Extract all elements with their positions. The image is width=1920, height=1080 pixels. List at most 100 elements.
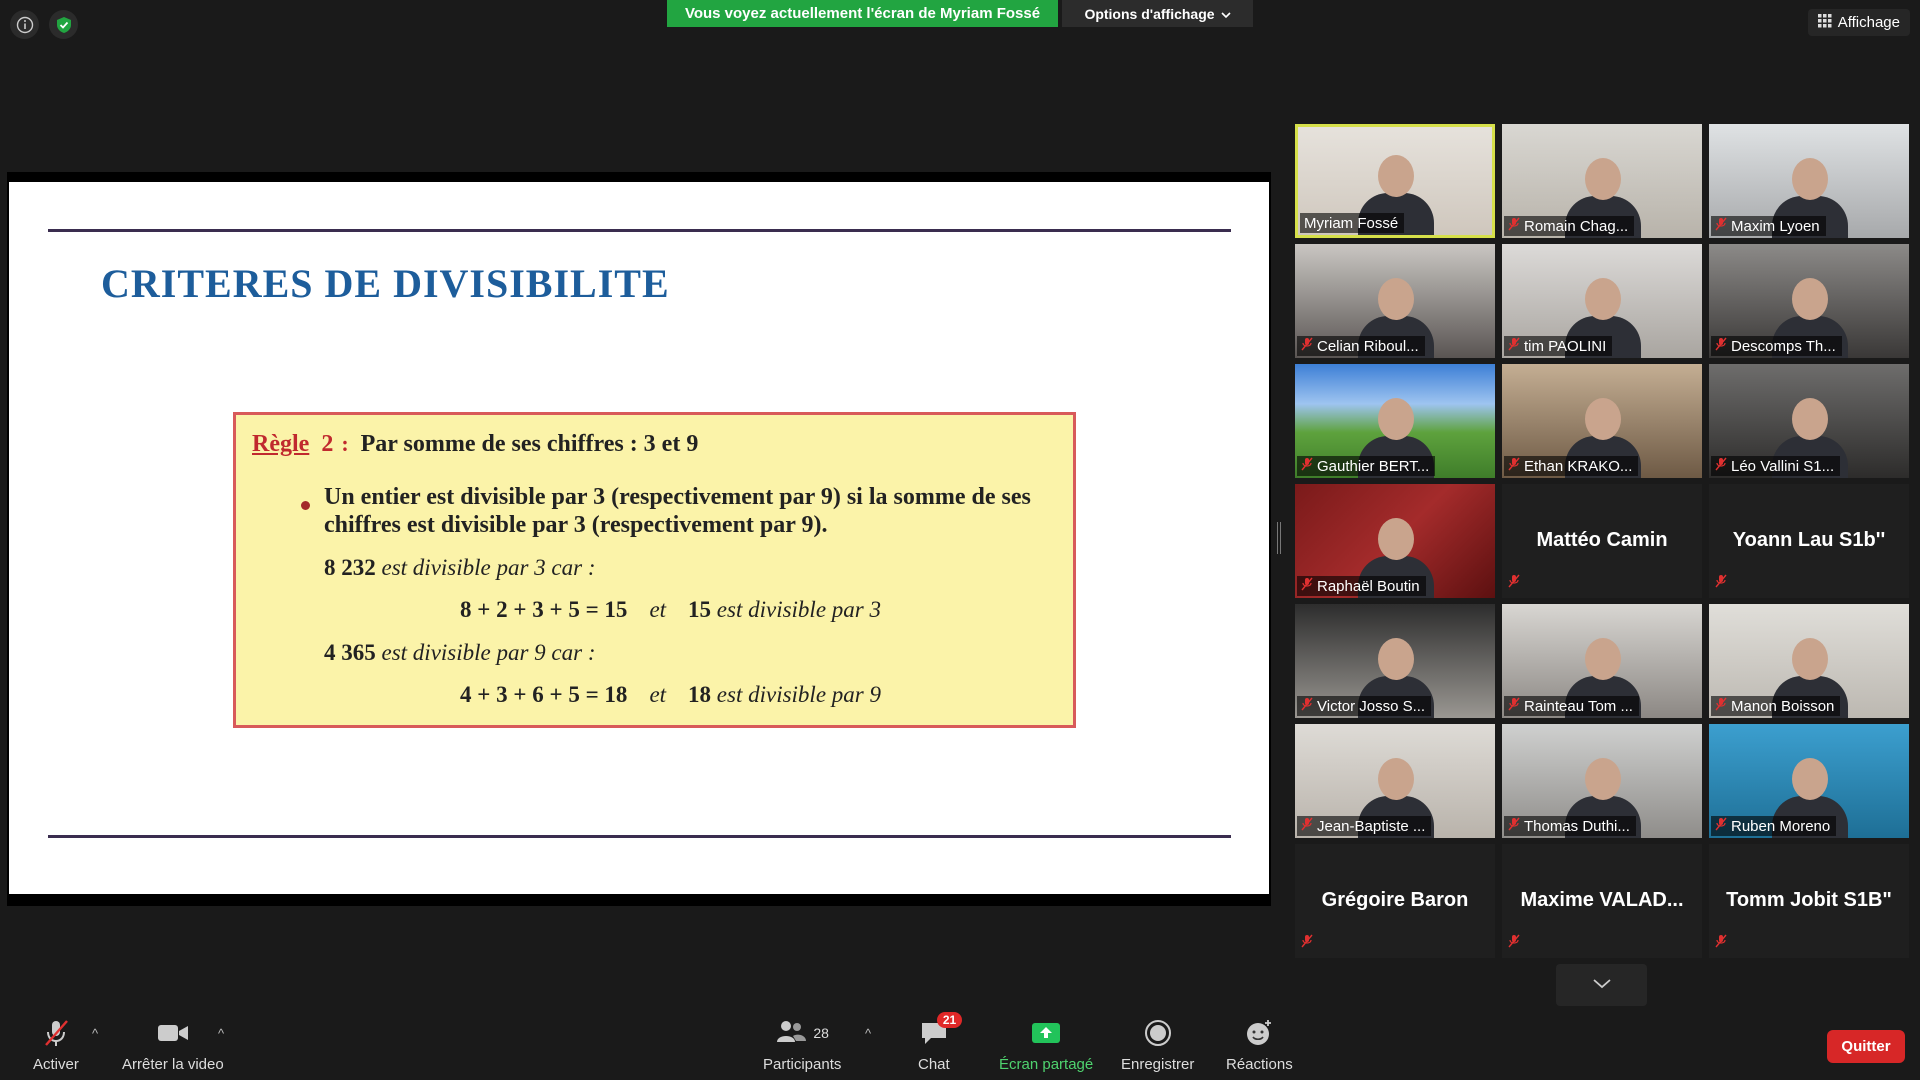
slide-top-rule — [48, 229, 1231, 232]
microphone-muted-icon — [1715, 217, 1727, 235]
participant-name-tag: Thomas Duthi... — [1504, 816, 1636, 836]
participants-count: 28 — [813, 1025, 829, 1041]
participant-tile[interactable]: Rainteau Tom ... — [1502, 604, 1702, 718]
example-1-intro: 8 232 est divisible par 3 car : — [324, 555, 596, 581]
microphone-muted-icon — [1301, 934, 1313, 953]
participant-name: tim PAOLINI — [1524, 337, 1607, 355]
leave-meeting-button[interactable]: Quitter — [1827, 1030, 1905, 1063]
participant-name-tag: Victor Josso S... — [1297, 696, 1432, 716]
participant-tile[interactable]: Grégoire Baron — [1295, 844, 1495, 958]
participant-tile[interactable]: Romain Chag... — [1502, 124, 1702, 238]
chat-unread-badge: 21 — [936, 1012, 963, 1028]
participant-tile[interactable]: Gauthier BERT... — [1295, 364, 1495, 478]
participant-name: Yoann Lau S1b'' — [1732, 529, 1886, 551]
participant-tile[interactable]: Léo Vallini S1... — [1709, 364, 1909, 478]
example-1-text: est divisible par 3 car : — [381, 555, 596, 580]
microphone-muted-icon — [1715, 934, 1727, 953]
participant-name-tag: Léo Vallini S1... — [1711, 456, 1841, 476]
participant-tile[interactable]: Maxim Lyoen — [1709, 124, 1909, 238]
audio-options-caret-icon[interactable]: ^ — [92, 1026, 98, 1041]
participant-tile[interactable]: Maxime VALAD... — [1502, 844, 1702, 958]
rule-subtitle: Par somme de ses chiffres : 3 et 9 — [360, 431, 699, 457]
rule-header: Règle 2 : Par somme de ses chiffres : 3 … — [252, 431, 698, 458]
microphone-muted-icon — [1715, 697, 1727, 715]
participant-tile[interactable]: Mattéo Camin — [1502, 484, 1702, 598]
grid-icon — [1817, 13, 1832, 32]
record-icon — [1144, 1016, 1172, 1050]
microphone-muted-icon — [1508, 217, 1520, 235]
chat-button[interactable]: 21 Chat — [918, 1012, 963, 1073]
layout-button[interactable]: Affichage — [1807, 9, 1910, 36]
participants-button[interactable]: 28 Participants — [763, 1016, 841, 1073]
participant-name-tag: Gauthier BERT... — [1297, 456, 1436, 476]
participant-tile[interactable]: Descomps Th... — [1709, 244, 1909, 358]
participant-name: Grégoire Baron — [1321, 889, 1469, 911]
rule-label: Règle — [252, 431, 310, 457]
participant-name: Maxim Lyoen — [1731, 217, 1820, 235]
participant-tile[interactable]: tim PAOLINI — [1502, 244, 1702, 358]
layout-button-label: Affichage — [1837, 14, 1900, 31]
participant-tile[interactable]: Tomm Jobit S1B" — [1709, 844, 1909, 958]
participant-name: Raphaël Boutin — [1317, 577, 1420, 595]
example-2-and: et — [649, 682, 667, 707]
record-label: Enregistrer — [1121, 1056, 1195, 1073]
participant-name: Romain Chag... — [1524, 217, 1629, 235]
stop-video-label: Arrêter la video — [122, 1056, 224, 1073]
example-1-result-text: est divisible par 3 — [716, 597, 881, 622]
participant-name-tag: Ruben Moreno — [1711, 816, 1837, 836]
panel-resize-handle[interactable] — [1277, 522, 1281, 554]
participant-tile[interactable]: Victor Josso S... — [1295, 604, 1495, 718]
view-options-dropdown[interactable]: Options d'affichage — [1062, 0, 1253, 27]
rule-statement: Un entier est divisible par 3 (respectiv… — [324, 484, 1031, 538]
info-icon[interactable] — [10, 10, 39, 39]
microphone-muted-icon — [1301, 697, 1313, 715]
video-camera-icon — [157, 1016, 189, 1050]
microphone-muted-icon — [1301, 817, 1313, 835]
share-screen-button[interactable]: Écran partagé — [999, 1016, 1093, 1073]
example-2-text: est divisible par 9 car : — [381, 640, 596, 665]
example-1-result-number: 15 — [688, 597, 712, 622]
gallery-next-page-button[interactable] — [1556, 964, 1647, 1006]
participant-name: Léo Vallini S1... — [1731, 457, 1835, 475]
participant-name-tag: Maxim Lyoen — [1711, 216, 1826, 236]
participant-tile[interactable]: Raphaël Boutin — [1295, 484, 1495, 598]
participant-name-tag: Myriam Fossé — [1300, 213, 1405, 233]
microphone-muted-icon — [1508, 934, 1520, 953]
participant-name-tag: Manon Boisson — [1711, 696, 1841, 716]
participant-name: Myriam Fossé — [1304, 214, 1399, 232]
participant-name-tag: Raphaël Boutin — [1297, 576, 1426, 596]
chat-label: Chat — [918, 1056, 950, 1073]
participant-tile[interactable]: Manon Boisson — [1709, 604, 1909, 718]
participant-tile[interactable]: Celian Riboul... — [1295, 244, 1495, 358]
microphone-muted-icon — [1715, 817, 1727, 835]
participants-caret-icon[interactable]: ^ — [865, 1026, 871, 1041]
participant-name: Ruben Moreno — [1731, 817, 1831, 835]
participant-name: Victor Josso S... — [1317, 697, 1426, 715]
participant-name: Tomm Jobit S1B" — [1726, 889, 1892, 911]
participant-tile[interactable]: Thomas Duthi... — [1502, 724, 1702, 838]
participant-name-tag: tim PAOLINI — [1504, 336, 1613, 356]
microphone-muted-icon — [1508, 337, 1520, 355]
reactions-button[interactable]: Réactions — [1226, 1016, 1293, 1073]
participant-tile[interactable]: Myriam Fossé — [1295, 124, 1495, 238]
screen-share-banner: Vous voyez actuellement l'écran de Myria… — [667, 0, 1058, 27]
record-button[interactable]: Enregistrer — [1121, 1016, 1194, 1073]
microphone-muted-icon — [1508, 574, 1520, 593]
participant-name: Maxime VALAD... — [1520, 889, 1684, 911]
unmute-button[interactable]: Activer — [33, 1016, 79, 1073]
zoom-meeting-window: Vous voyez actuellement l'écran de Myria… — [0, 0, 1920, 1080]
video-options-caret-icon[interactable]: ^ — [218, 1026, 224, 1041]
participant-tile[interactable]: Ruben Moreno — [1709, 724, 1909, 838]
microphone-muted-icon — [1301, 577, 1313, 595]
microphone-muted-icon — [1301, 457, 1313, 475]
participant-tile[interactable]: Yoann Lau S1b'' — [1709, 484, 1909, 598]
stop-video-button[interactable]: Arrêter la video — [122, 1016, 224, 1073]
top-left-controls — [10, 10, 78, 39]
participant-tile[interactable]: Ethan KRAKO... — [1502, 364, 1702, 478]
participant-name: Rainteau Tom ... — [1524, 697, 1633, 715]
participant-name: Ethan KRAKO... — [1524, 457, 1633, 475]
rule-colon: : — [341, 431, 349, 456]
security-shield-icon[interactable] — [49, 10, 78, 39]
participant-tile[interactable]: Jean-Baptiste ... — [1295, 724, 1495, 838]
shared-screen: CRITERES DE DIVISIBILITE Règle 2 : Par s… — [7, 172, 1271, 906]
